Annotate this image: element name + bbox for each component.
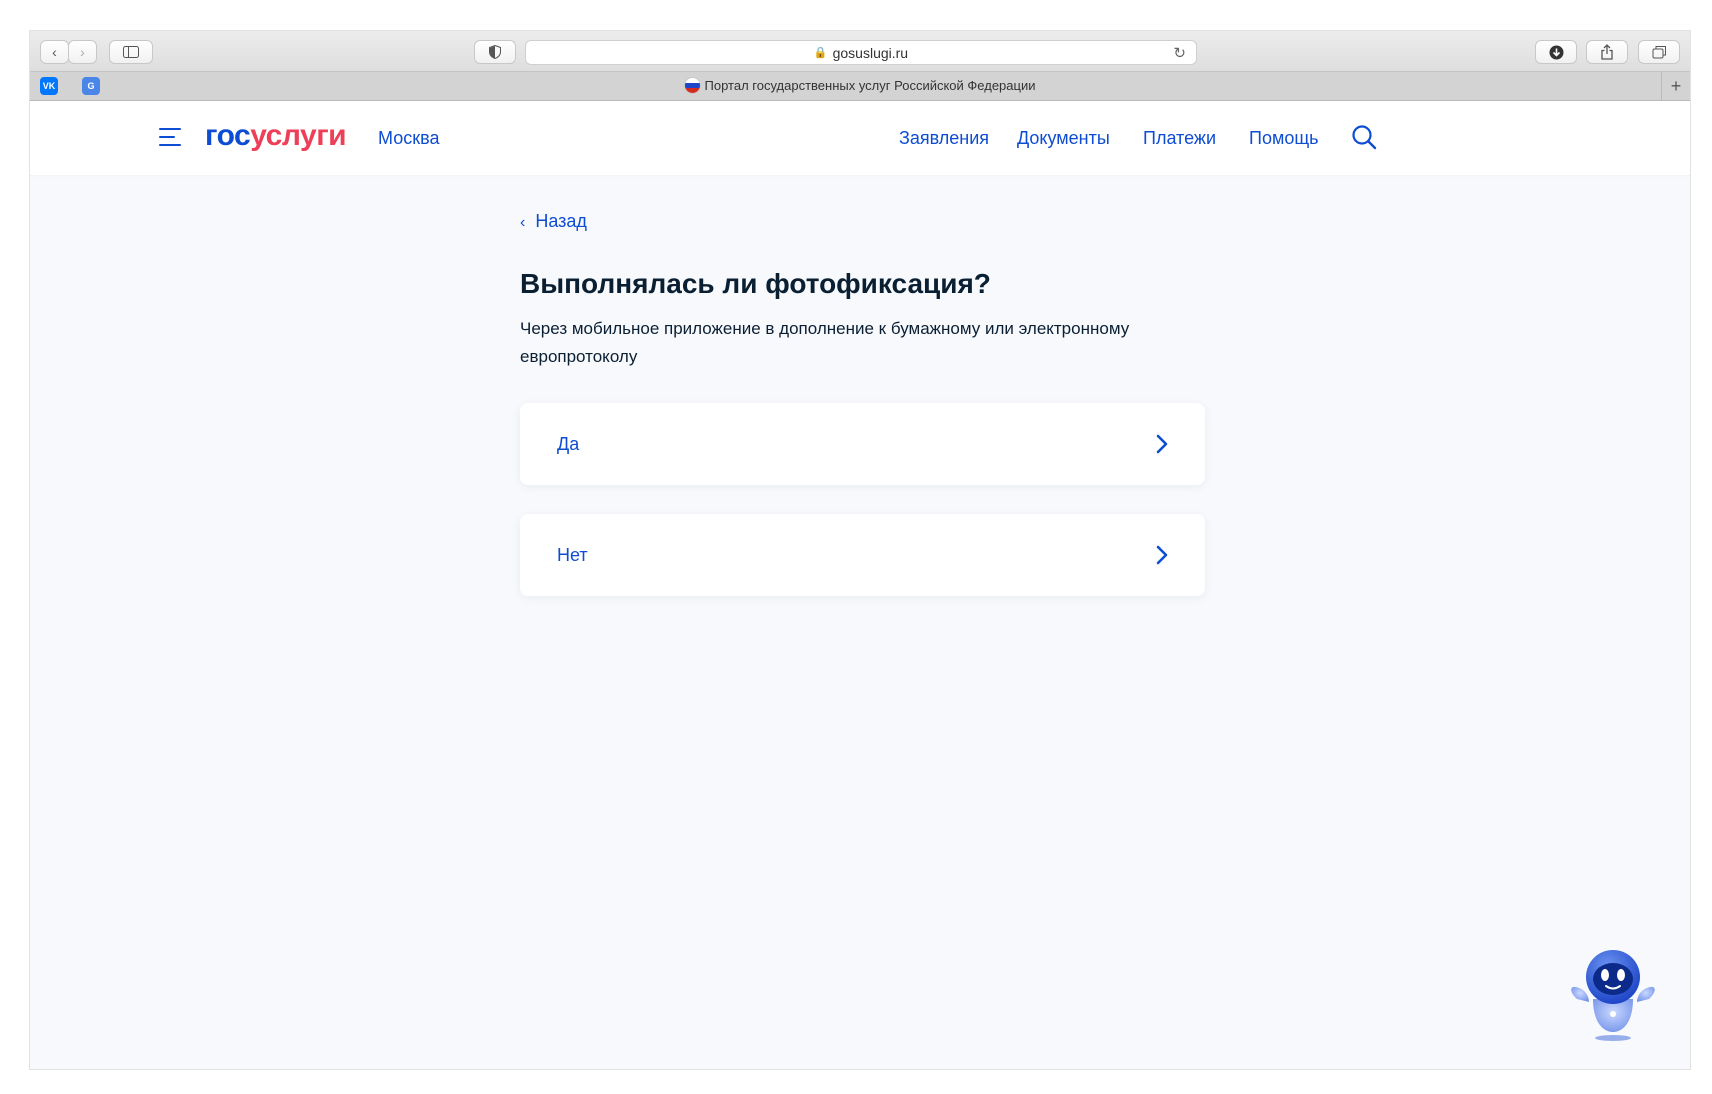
url-text: gosuslugi.ru xyxy=(832,44,909,61)
browser-toolbar: ‹ › 🔒 gosuslugi.ru ↻ xyxy=(30,31,1690,71)
search-icon[interactable] xyxy=(1351,124,1377,150)
downloads-button[interactable] xyxy=(1535,40,1577,64)
tab-title: Портал государственных услуг Российской … xyxy=(704,78,1036,93)
reload-icon[interactable]: ↻ xyxy=(1173,44,1186,62)
nav-payments[interactable]: Платежи xyxy=(1143,128,1216,149)
tab-bar: VK G Портал государственных услуг Россий… xyxy=(30,71,1690,101)
sidebar-toggle-button[interactable] xyxy=(109,40,153,64)
option-label: Нет xyxy=(557,544,588,565)
site-header: госуслуги Москва Заявления Документы Пла… xyxy=(30,101,1690,175)
lock-icon: 🔒 xyxy=(813,47,828,59)
page-title: Выполнялась ли фотофиксация? xyxy=(520,268,991,299)
browser-window: ‹ › 🔒 gosuslugi.ru ↻ VK G Портал государ… xyxy=(30,31,1690,1069)
page-subtitle: Через мобильное приложение в дополнение … xyxy=(520,319,1130,366)
nav-applications[interactable]: Заявления xyxy=(899,128,989,149)
option-yes-button[interactable]: Да xyxy=(520,403,1205,485)
back-arrow-button[interactable]: ‹ xyxy=(40,40,69,64)
robot-assistant-icon[interactable] xyxy=(1563,944,1663,1044)
city-selector[interactable]: Москва xyxy=(378,128,439,149)
back-link[interactable]: ‹ Назад xyxy=(520,211,587,232)
chevron-right-icon: › xyxy=(80,44,85,60)
active-tab[interactable]: Портал государственных услуг Российской … xyxy=(30,78,1690,93)
option-label: Да xyxy=(557,433,580,454)
option-no-button[interactable]: Нет xyxy=(520,514,1205,596)
chevron-right-icon xyxy=(1156,434,1168,454)
plus-icon: + xyxy=(1670,75,1682,96)
chevron-left-icon: ‹ xyxy=(52,44,57,60)
forward-arrow-button[interactable]: › xyxy=(68,40,97,64)
nav-help[interactable]: Помощь xyxy=(1249,128,1319,149)
share-button[interactable] xyxy=(1586,40,1628,64)
new-tab-button[interactable]: + xyxy=(1661,72,1690,100)
download-icon xyxy=(1549,45,1563,59)
nav-documents[interactable]: Документы xyxy=(1017,128,1110,149)
share-icon xyxy=(1601,44,1613,60)
address-bar[interactable]: 🔒 gosuslugi.ru ↻ xyxy=(525,40,1197,65)
gosuslugi-logo[interactable]: госуслуги xyxy=(205,119,347,153)
tabs-icon xyxy=(1652,46,1666,59)
chevron-left-icon: ‹ xyxy=(520,214,526,231)
shield-icon xyxy=(489,45,501,59)
menu-icon[interactable] xyxy=(159,128,181,148)
sidebar-icon xyxy=(123,46,139,58)
privacy-shield-button[interactable] xyxy=(474,40,516,64)
chevron-right-icon xyxy=(1156,545,1168,565)
tab-overview-button[interactable] xyxy=(1638,40,1680,64)
russian-flag-icon xyxy=(684,78,700,93)
